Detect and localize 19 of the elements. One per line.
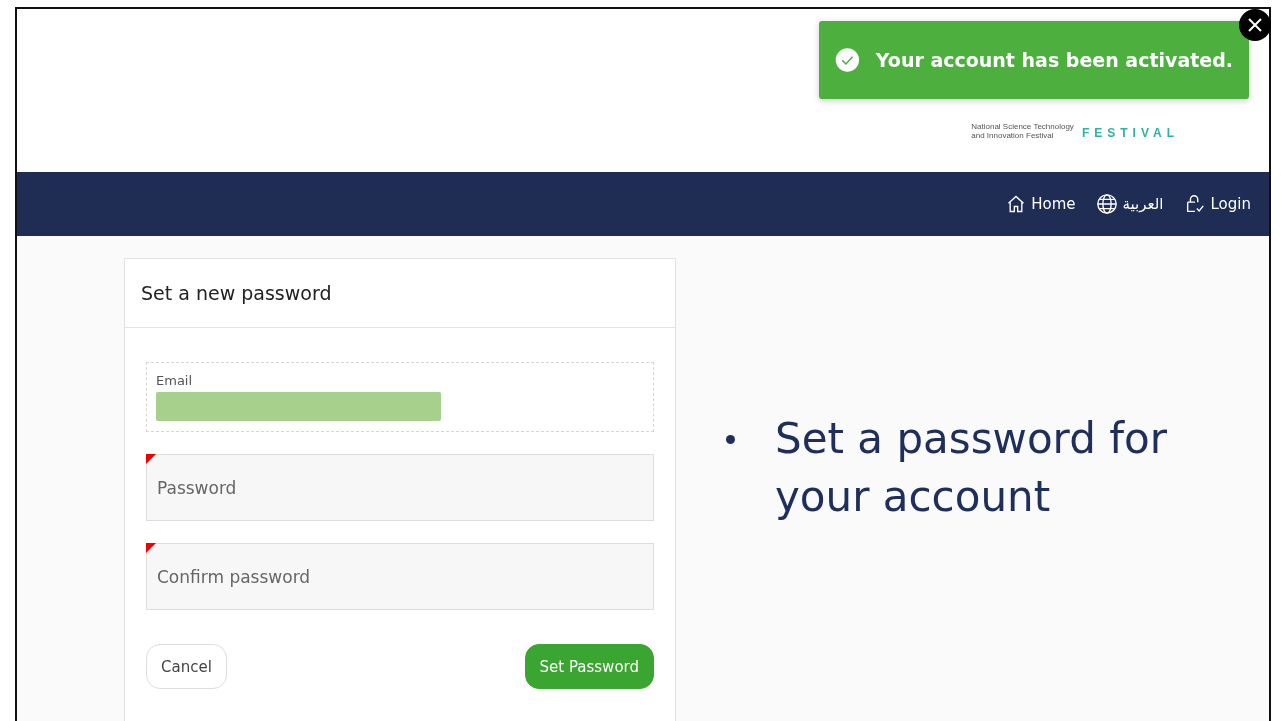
logo-text: and Innovation Festival — [971, 130, 1054, 140]
card-title: Set a new password — [141, 282, 332, 304]
nav-link[interactable]: Home — [1006, 193, 1076, 214]
field-label: Email — [156, 373, 194, 388]
nav-link[interactable]: Login — [1183, 192, 1251, 215]
password-field[interactable]: Confirm password — [146, 543, 654, 610]
toast-message: Your account has been activated. — [875, 49, 1233, 71]
home-icon — [1006, 193, 1027, 214]
close-button[interactable] — [1239, 9, 1271, 41]
email-field[interactable]: Email — [146, 362, 654, 432]
password-field[interactable]: Password — [146, 454, 654, 521]
logo-text: National Science Technology — [971, 121, 1074, 131]
globe-icon — [1095, 192, 1118, 215]
close-icon — [1247, 17, 1263, 33]
bullet-text: Set a password for your account — [775, 413, 1168, 523]
nav-link[interactable]: العربية — [1095, 192, 1164, 215]
logo-wordmark: FESTIVAL — [1081, 125, 1179, 140]
cancel-button[interactable]: Cancel — [146, 644, 227, 689]
bullet-dot — [726, 435, 735, 444]
